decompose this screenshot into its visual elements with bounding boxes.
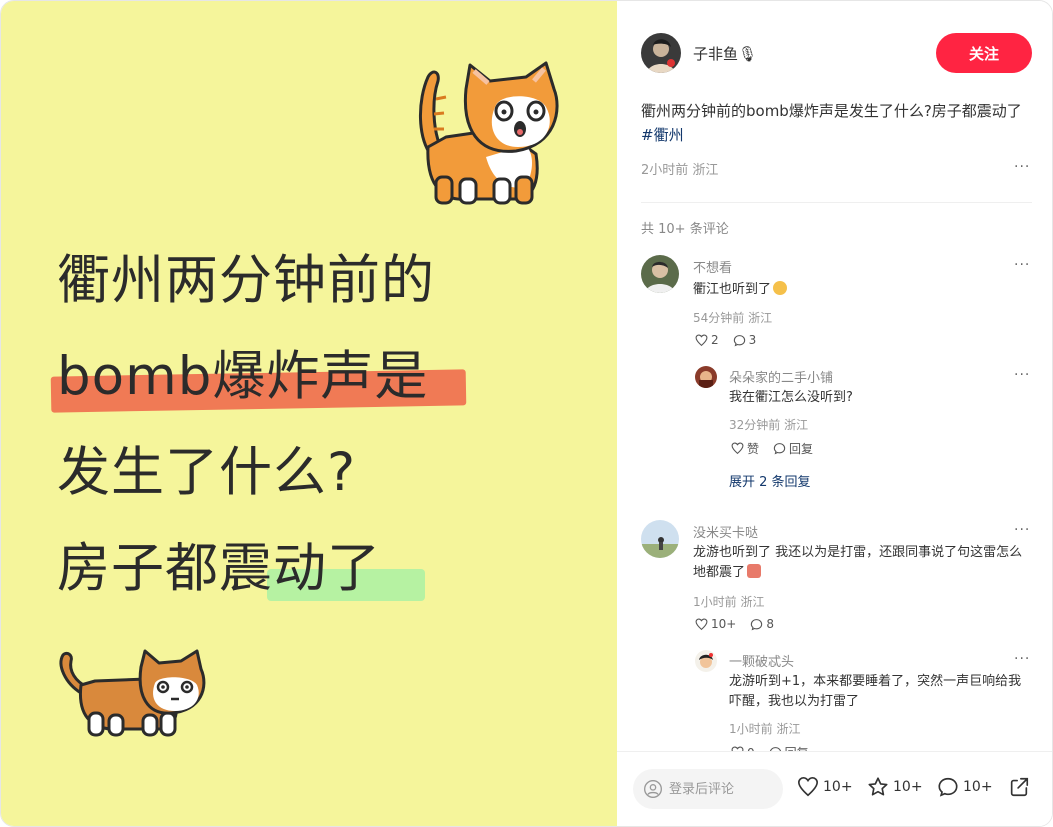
- heart-icon: [731, 442, 744, 455]
- comment-input[interactable]: [669, 781, 769, 797]
- comment-like-button[interactable]: 2: [695, 333, 719, 347]
- author-avatar[interactable]: [641, 33, 681, 73]
- reply-count: 3: [748, 333, 757, 347]
- chat-bubble-icon: [773, 443, 786, 455]
- replier-name[interactable]: 朵朵家的二手小铺: [729, 367, 833, 386]
- reply-count: 8: [766, 617, 774, 631]
- headline-line-3: 发生了什么?: [57, 442, 357, 503]
- collect-button[interactable]: 10+: [867, 776, 923, 798]
- chat-bubble-icon: [938, 777, 958, 797]
- comment-meta: 1小时前 浙江: [693, 595, 765, 609]
- comment-actions: 10+ 8: [695, 617, 788, 631]
- divider: [641, 202, 1032, 203]
- reply-text: 我在衢江怎么没听到?: [729, 390, 853, 405]
- hashtag-link[interactable]: #衢州: [641, 126, 684, 144]
- reply-actions: 赞 回复: [731, 440, 827, 457]
- post-title-text: 衢州两分钟前的bomb爆炸声是发生了什么?房子都震动了: [641, 102, 1022, 120]
- interaction-bar: 10+ 10+ 10+: [617, 751, 1052, 826]
- reply-reply-button[interactable]: 回复: [773, 440, 813, 457]
- reply-reply-button[interactable]: 回复: [769, 744, 809, 751]
- commenter-avatar[interactable]: [641, 520, 679, 558]
- orange-cat-illustration-bottom: [59, 649, 206, 737]
- like-count: 10+: [711, 617, 737, 631]
- comment-reply-button[interactable]: 8: [750, 617, 774, 631]
- like-label: 赞: [747, 442, 760, 456]
- chat-bubble-icon: [751, 618, 763, 630]
- like-count: 10+: [823, 779, 853, 795]
- post-meta: 2小时前 浙江: [641, 163, 719, 178]
- like-button[interactable]: 10+: [797, 776, 853, 798]
- comment-actions: 2 3: [695, 333, 770, 347]
- reply-more-icon[interactable]: ···: [1014, 651, 1030, 667]
- user-icon: [644, 780, 662, 798]
- comments-list[interactable]: 不想看 ··· 衢江也听到了 54分钟前 浙江 2 3 朵朵家的二手小铺 ···: [617, 251, 1052, 751]
- image-headline: 衢州两分钟前的 bomb爆炸声是 发生了什么? 房子都震动了: [50, 233, 587, 617]
- reply-meta: 32分钟前 浙江: [729, 418, 809, 432]
- reply-like-button[interactable]: 赞: [731, 440, 759, 457]
- heart-icon: [695, 334, 708, 346]
- reply-more-icon[interactable]: ···: [1014, 367, 1030, 383]
- comment-more-icon[interactable]: ···: [1014, 522, 1030, 538]
- commenter-name[interactable]: 没米买卡哒: [693, 522, 758, 541]
- expand-replies-link[interactable]: 展开 2 条回复: [729, 471, 811, 490]
- star-icon: [868, 777, 888, 796]
- comment-input-box[interactable]: [633, 769, 783, 809]
- author-info[interactable]: 子非鱼🎙: [641, 33, 757, 73]
- reply-meta: 1小时前 浙江: [729, 722, 801, 736]
- note-detail-panel: 子非鱼🎙 关注 衢州两分钟前的bomb爆炸声是发生了什么?房子都震动了 #衢州 2…: [617, 1, 1052, 826]
- comment-like-button[interactable]: 10+: [695, 617, 736, 631]
- comment-count: 共 10+ 条评论: [641, 222, 729, 237]
- replier-avatar[interactable]: [695, 366, 717, 388]
- comment-text: 衢江也听到了: [693, 280, 1023, 300]
- post-more-icon[interactable]: ···: [1014, 159, 1030, 175]
- comment-text: 龙游也听到了 我还以为是打雷，还跟同事说了句这雷怎么地都震了: [693, 545, 1023, 580]
- share-button[interactable]: [1008, 776, 1034, 798]
- chat-bubble-icon: [733, 334, 745, 346]
- share-icon: [1010, 777, 1029, 797]
- heart-icon: [695, 618, 708, 630]
- comment-meta: 54分钟前 浙江: [693, 311, 773, 325]
- headline-line-2: bomb爆炸声是: [50, 329, 587, 425]
- replier-avatar[interactable]: [695, 650, 717, 672]
- post-title: 衢州两分钟前的bomb爆炸声是发生了什么?房子都震动了 #衢州: [641, 99, 1033, 147]
- scared-face-emoji-icon: [747, 564, 762, 578]
- reply-text: 龙游听到+1，本来都要睡着了，突然一声巨响给我吓醒，我也以为打雷了: [729, 674, 1022, 709]
- comment-total: 10+: [963, 779, 993, 795]
- headline-line-1: 衢州两分钟前的: [57, 250, 435, 311]
- heart-icon: [798, 777, 818, 797]
- reply-label: 回复: [789, 442, 814, 456]
- note-detail-modal: 衢州两分钟前的 bomb爆炸声是 发生了什么? 房子都震动了 子非鱼🎙 关注 衢…: [0, 0, 1053, 827]
- orange-cat-illustration-top: [419, 61, 559, 205]
- comment-more-icon[interactable]: ···: [1014, 257, 1030, 273]
- commenter-avatar[interactable]: [641, 255, 679, 293]
- collect-count: 10+: [893, 779, 923, 795]
- like-count: 2: [711, 333, 719, 347]
- comment-reply-button[interactable]: 3: [733, 333, 757, 347]
- comment-button[interactable]: 10+: [937, 776, 993, 798]
- headline-line-4: 房子都震动了: [57, 521, 587, 617]
- cat-emoji-icon: [773, 281, 788, 295]
- author-name[interactable]: 子非鱼🎙: [693, 43, 757, 64]
- note-image[interactable]: 衢州两分钟前的 bomb爆炸声是 发生了什么? 房子都震动了: [1, 1, 617, 826]
- reply-actions: 0 回复: [731, 744, 823, 751]
- commenter-name[interactable]: 不想看: [693, 257, 732, 276]
- replier-name[interactable]: 一颗破忒头: [729, 651, 794, 670]
- reply-label: 回复: [785, 744, 809, 751]
- follow-button[interactable]: 关注: [936, 33, 1032, 73]
